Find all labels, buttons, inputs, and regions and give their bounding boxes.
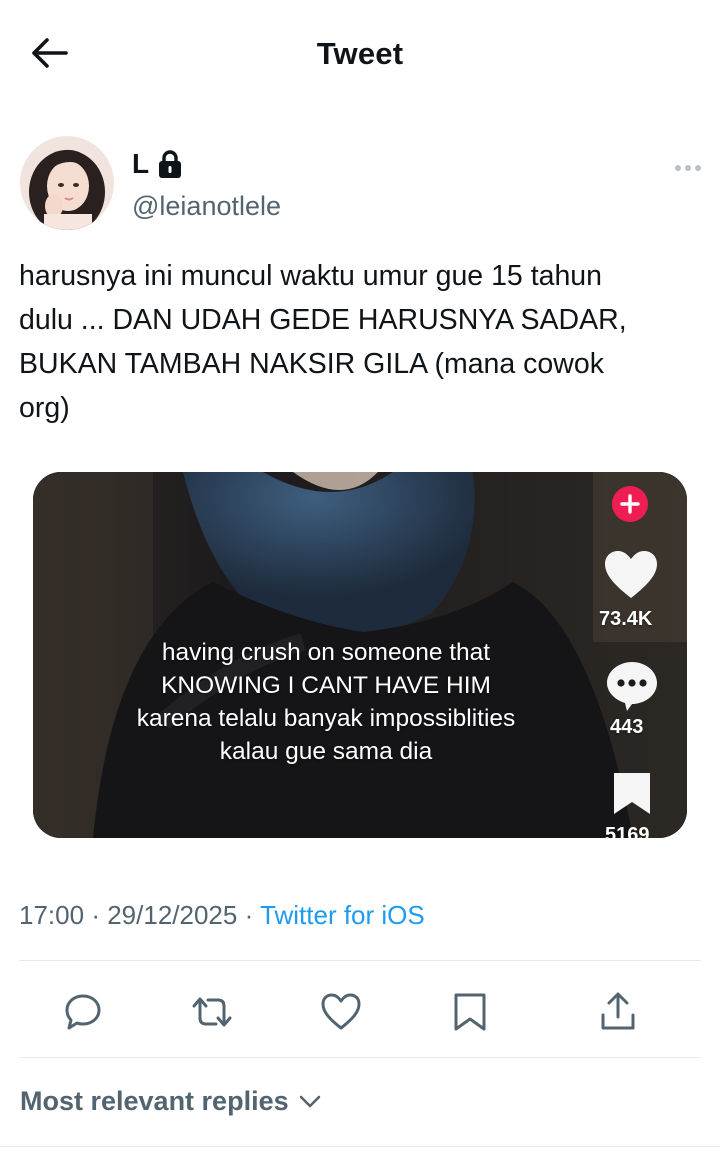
tweet-actions [0,986,720,1038]
tweet-date: 29/12/2025 [107,900,238,930]
tweet-text-line: org) [19,392,70,424]
comments-count: 443 [610,716,644,738]
author-name-row: L [132,148,183,180]
meta-separator: · [244,900,254,930]
caption-line: having crush on someone that [161,639,491,666]
divider [19,1057,701,1058]
bookmark-icon [454,993,486,1031]
saves-count: 5169 [605,824,650,838]
like-button[interactable] [315,986,367,1038]
display-name[interactable]: L [132,148,149,180]
divider [19,960,701,961]
reply-icon [65,994,101,1030]
lock-icon [159,150,182,178]
tweet-time: 17:00 [19,900,85,930]
page-title: Tweet [316,36,404,71]
avatar[interactable] [20,136,114,230]
heart-outline-icon [321,993,361,1030]
caption-line: kalau gue sama dia [219,738,433,765]
replies-sort-label: Most relevant replies [20,1086,289,1116]
divider [0,1146,720,1147]
top-bar: Tweet [0,0,720,110]
share-button[interactable] [592,986,644,1038]
likes-count: 73.4K [599,608,653,630]
bookmark-video-icon [614,773,650,814]
username[interactable]: @leianotlele [132,191,281,222]
bookmark-button[interactable] [444,986,496,1038]
retweet-icon [192,997,232,1027]
video-caption: having crush on someone that KNOWING I C… [33,636,619,768]
reply-button[interactable] [57,986,109,1038]
tweet-media[interactable]: having crush on someone that KNOWING I C… [33,472,687,838]
replies-sort-dropdown[interactable]: Most relevant replies [20,1086,321,1117]
more-dot-icon [695,165,701,171]
caption-line: KNOWING I CANT HAVE HIM [161,672,491,699]
tweet-text-line: harusnya ini muncul waktu umur gue 15 ta… [19,260,603,292]
more-options-button[interactable] [668,154,708,182]
follow-plus-icon [612,486,648,522]
caption-line: karena telalu banyak impossiblities [136,705,516,732]
tweet-text: harusnya ini muncul waktu umur gue 15 ta… [19,254,709,430]
heart-icon [605,551,657,598]
share-icon [601,992,635,1030]
more-dot-icon [685,165,691,171]
meta-separator: · [91,900,100,930]
comment-icon [607,662,657,711]
tweet-source-link[interactable]: Twitter for iOS [260,900,425,930]
chevron-down-icon [299,1095,320,1107]
more-dot-icon [675,165,681,171]
tweet-text-line: dulu ... DAN UDAH GEDE HARUSNYA SADAR, [19,304,627,336]
tweet-text-line: BUKAN TAMBAH NAKSIR GILA (mana cowok [19,348,604,380]
retweet-button[interactable] [186,986,238,1038]
tweet-meta: 17:00 · 29/12/2025 · Twitter for iOS [19,900,425,931]
